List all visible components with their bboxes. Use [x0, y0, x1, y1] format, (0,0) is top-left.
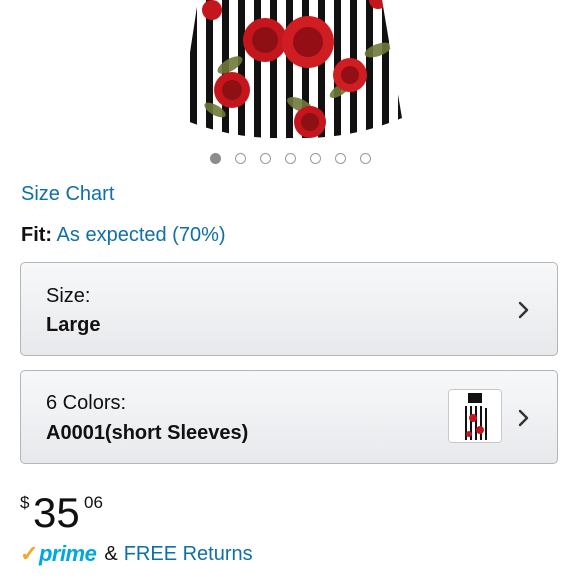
fit-label: Fit:	[21, 224, 53, 246]
dress-thumbnail-image	[449, 390, 501, 442]
size-chart-link[interactable]: Size Chart	[21, 183, 114, 206]
carousel-dot[interactable]	[234, 153, 246, 164]
size-selector[interactable]: Size: Large	[20, 262, 558, 356]
size-selector-value: Large	[46, 314, 101, 336]
price-fraction: 06	[84, 493, 103, 512]
color-selector[interactable]: 6 Colors: A0001(short Sleeves)	[20, 370, 558, 464]
fit-value-link[interactable]: As expected (70%)	[57, 224, 226, 246]
prime-check-icon: ✓	[20, 541, 38, 566]
carousel-dot[interactable]	[209, 153, 221, 164]
product-image[interactable]	[150, 0, 430, 140]
shipping-ampersand: &	[104, 542, 118, 565]
carousel-dot[interactable]	[334, 153, 346, 164]
shipping-info: ✓ prime & FREE Returns	[20, 540, 253, 568]
prime-text: prime	[38, 541, 97, 566]
carousel-dot[interactable]	[259, 153, 271, 164]
color-selector-value: A0001(short Sleeves)	[46, 422, 249, 444]
price-currency: $	[20, 493, 30, 512]
carousel-dot[interactable]	[359, 153, 371, 164]
color-selector-label: 6 Colors:	[46, 392, 127, 414]
price-whole: 35	[33, 489, 80, 536]
carousel-dot[interactable]	[309, 153, 321, 164]
fit-info: Fit: As expected (70%)	[21, 224, 226, 247]
chevron-right-icon	[518, 409, 529, 427]
prime-logo[interactable]: ✓ prime	[20, 541, 97, 567]
color-swatch-thumbnail	[448, 389, 502, 443]
free-returns-link[interactable]: FREE Returns	[124, 543, 253, 566]
image-carousel-dots[interactable]	[0, 153, 580, 167]
size-selector-label: Size:	[46, 285, 91, 307]
chevron-right-icon	[518, 301, 529, 319]
carousel-dot[interactable]	[284, 153, 296, 164]
